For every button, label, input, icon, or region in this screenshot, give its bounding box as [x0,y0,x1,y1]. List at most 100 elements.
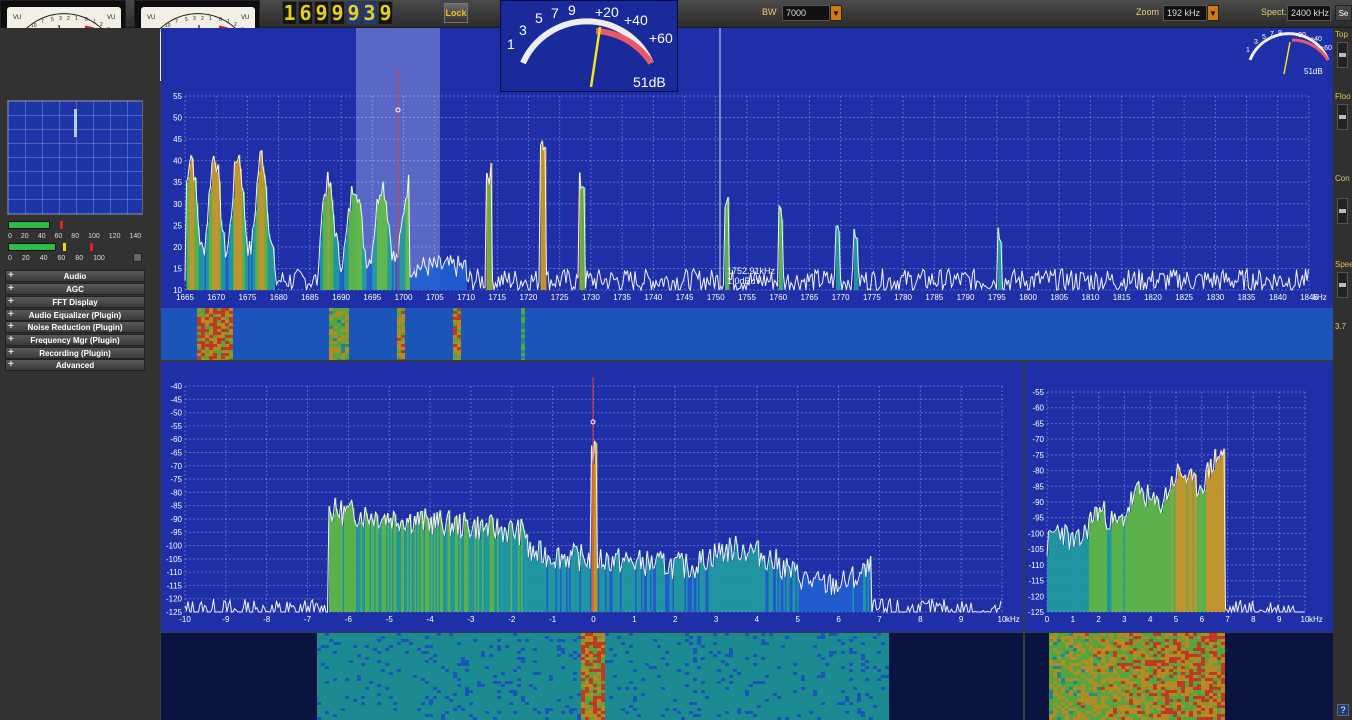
level-peak-3 [90,243,93,251]
x-tick-label: 3 [1122,615,1127,624]
x-tick-label: 1685 [301,293,319,302]
y-tick-label: -125 [1028,608,1045,617]
cursor-frequency: 1752.91kHz [727,266,776,276]
level-peak-1 [60,221,63,229]
menu-recording[interactable]: + Recording (Plugin) [5,347,145,359]
menu-fft-display[interactable]: + FFT Display [5,296,145,308]
x-tick-label: 1750 [707,293,725,302]
y-tick-label: -70 [170,462,182,471]
freq-digit[interactable]: 1 [282,1,297,25]
freq-digit[interactable]: 9 [378,1,393,25]
x-tick-label: 7 [877,615,882,624]
x-tick-label: -2 [508,615,516,624]
floor-slider[interactable] [1337,104,1348,130]
x-tick-label: 2 [1096,615,1101,624]
zoom-dropdown-icon[interactable]: ▼ [1207,5,1219,21]
x-tick-label: -6 [345,615,353,624]
spect-select[interactable]: 2400 kHz [1287,5,1331,21]
y-tick-label: -60 [1032,404,1044,413]
x-tick-label: 1680 [270,293,288,302]
waterfall-pixels [317,633,889,720]
x-tick-label: 1770 [832,293,850,302]
settings-button[interactable]: Se [1335,5,1352,21]
y-tick-label: -85 [170,502,182,511]
x-tick-label: 1795 [988,293,1006,302]
y-tick-label: 25 [173,221,182,230]
x-tick-label: -5 [386,615,394,624]
x-tick-label: -3 [467,615,475,624]
main-waterfall[interactable] [161,308,1333,360]
x-tick-label: 0 [1045,615,1050,624]
output-waterfall[interactable] [1025,633,1333,720]
output-spectrum[interactable]: -55 -60 -65 -70 -75 -80 -85 -90 -95 -100 -105 -110 -… [1025,362,1333,632]
menu-audio[interactable]: + Audio [5,270,145,282]
freq-digit[interactable]: 9 [330,1,345,25]
y-tick-label: 15 [173,264,182,273]
level-bar-2 [8,243,56,251]
level-scale-2: 0 20 40 60 80 100 [8,255,105,262]
x-tick-label: 1 [632,615,637,624]
x-tick-label: 1755 [738,293,756,302]
menu-agc[interactable]: + AGC [5,283,145,295]
x-tick-label: 1780 [894,293,912,302]
spectrum-bars [1047,448,1226,612]
freq-digit[interactable]: 9 [314,1,329,25]
frequency-display[interactable]: 1 6 9 9 9 3 9 [282,1,393,25]
mini-meter-reading: 51dB [1304,67,1323,76]
y-tick-label: -55 [170,422,182,431]
bw-dropdown-icon[interactable]: ▼ [830,5,842,21]
x-tick-label: 1665 [176,293,194,302]
audio-spectrum[interactable]: -40 -45 -50 -55 -60 -65 -70 -75 -80 -85 -90 -95 -100… [161,362,1023,632]
y-tick-label: -80 [170,488,182,497]
speed-value: 3.7 [1335,322,1347,331]
zoom-select[interactable]: 192 kHz [1163,5,1207,21]
freq-digit[interactable]: 6 [298,1,313,25]
x-tick-label: -8 [263,615,271,624]
x-tick-label: 1765 [801,293,819,302]
y-tick-label: -100 [1028,529,1045,538]
vu-label: VU [13,15,21,21]
audio-waterfall[interactable] [161,633,1023,720]
menu-frequency-mgr[interactable]: + Frequency Mgr (Plugin) [5,334,145,346]
menu-audio-equalizer[interactable]: + Audio Equalizer (Plugin) [5,309,145,321]
menu-noise-reduction[interactable]: + Noise Reduction (Plugin) [5,321,145,333]
x-tick-label: 1775 [863,293,881,302]
x-tick-label: 9 [1277,615,1282,624]
x-tick-label: 1705 [426,293,444,302]
x-tick-label: 1805 [1050,293,1068,302]
main-spectrum[interactable]: 55 50 45 40 35 30 25 20 15 10 1665 1670 1675 1680 1685… [161,28,1333,308]
x-tick-label: 1830 [1206,293,1224,302]
top-label: Top [1335,30,1348,39]
help-button[interactable]: ? [1337,704,1349,716]
floor-label: Floo [1335,92,1351,101]
x-tick-label: 8 [918,615,923,624]
x-tick-label: 1670 [207,293,225,302]
x-tick-label: 1735 [613,293,631,302]
y-tick-label: -45 [170,395,182,404]
contrast-slider[interactable] [1337,198,1348,224]
top-slider[interactable] [1337,42,1348,68]
y-tick-label: -85 [1032,482,1044,491]
x-tick-label: 1840 [1269,293,1287,302]
x-tick-label: 1725 [551,293,569,302]
y-tick-label: -75 [1032,451,1044,460]
freq-digit[interactable]: 3 [362,1,377,25]
menu-advanced[interactable]: + Advanced [5,359,145,371]
freq-digit[interactable]: 9 [346,1,361,25]
s-meter: 1 3 5 7 9 +20 +40 +60 51dB [500,0,678,92]
x-tick-label: 9 [959,615,964,624]
x-tick-label: 6 [1200,615,1205,624]
level-option-checkbox[interactable] [133,253,142,262]
y-tick-label: -105 [1028,545,1045,554]
x-tick-label: 3 [714,615,719,624]
x-tick-label: 1730 [582,293,600,302]
x-tick-label: -9 [222,615,230,624]
bw-select[interactable]: 7000 [782,5,830,21]
y-tick-label: -90 [170,515,182,524]
y-tick-label: -110 [167,568,183,577]
y-tick-label: -110 [1029,561,1045,570]
y-tick-label: -95 [170,528,182,537]
lock-button[interactable]: Lock [444,3,468,23]
speed-slider[interactable] [1337,272,1348,298]
y-tick-label: -90 [1032,498,1044,507]
